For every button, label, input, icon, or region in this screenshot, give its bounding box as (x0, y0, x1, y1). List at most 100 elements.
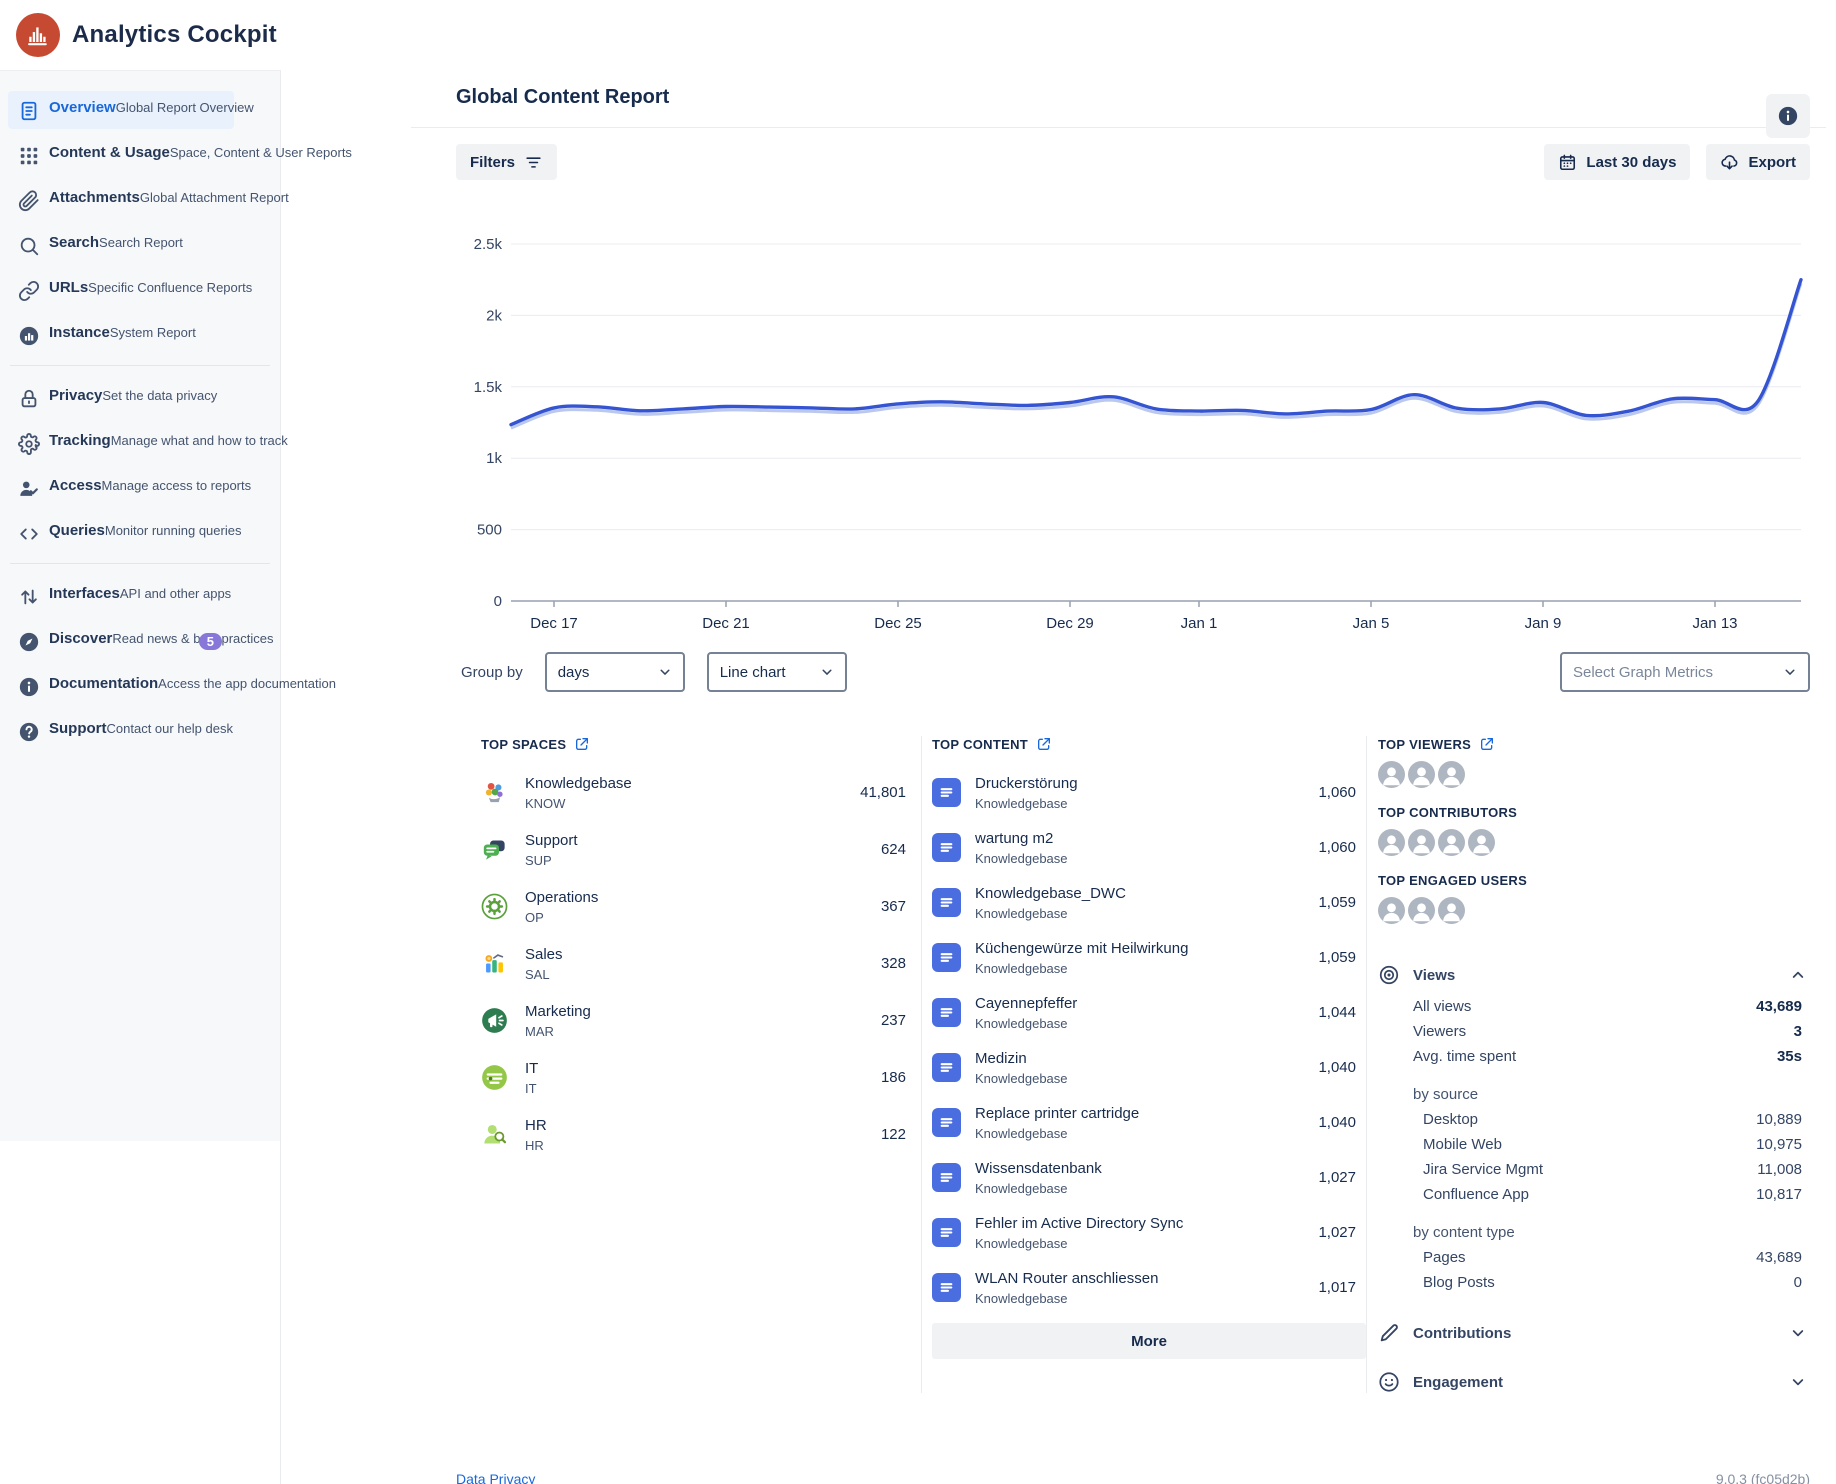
external-link-icon[interactable] (574, 736, 590, 752)
space-row[interactable]: SalesSAL328 (481, 935, 921, 992)
sidebar-item-instance[interactable]: InstanceSystem Report (8, 316, 234, 354)
sidebar-item-interfaces[interactable]: InterfacesAPI and other apps (8, 577, 234, 615)
graph-metrics-select[interactable]: Select Graph Metrics (1560, 652, 1810, 692)
top-content-title: TOP CONTENT (932, 737, 1028, 752)
metric-label: Avg. time spent (1413, 1048, 1516, 1065)
content-row[interactable]: Knowledgebase_DWCKnowledgebase1,059 (932, 875, 1366, 930)
chart-type-select[interactable]: Line chart (707, 652, 847, 692)
sidebar-item-attachments[interactable]: AttachmentsGlobal Attachment Report (8, 181, 234, 219)
avatar[interactable] (1438, 761, 1465, 788)
space-row[interactable]: SupportSUP624 (481, 821, 921, 878)
column-divider (1366, 736, 1367, 1393)
sidebar-item-tracking[interactable]: TrackingManage what and how to track (8, 424, 234, 462)
sidebar-nav: OverviewGlobal Report Overview Content & … (0, 71, 280, 750)
space-row[interactable]: KnowledgebaseKNOW41,801 (481, 764, 921, 821)
content-row[interactable]: WLAN Router anschliessenKnowledgebase1,0… (932, 1260, 1366, 1315)
export-button[interactable]: Export (1706, 144, 1810, 180)
content-row[interactable]: WissensdatenbankKnowledgebase1,027 (932, 1150, 1366, 1205)
sidebar-divider (10, 365, 270, 366)
filters-label: Filters (470, 154, 515, 171)
title-divider (411, 127, 1826, 128)
content-row[interactable]: Küchengewürze mit HeilwirkungKnowledgeba… (932, 930, 1366, 985)
main-content: Global Content Report Filters Last 30 da… (281, 70, 1836, 1484)
app-title: Analytics Cockpit (72, 21, 277, 49)
sidebar-item-overview[interactable]: OverviewGlobal Report Overview (8, 91, 234, 129)
content-row[interactable]: Fehler im Active Directory SyncKnowledge… (932, 1205, 1366, 1260)
eye-icon (1378, 964, 1400, 986)
space-views-count: 122 (881, 1126, 921, 1143)
sidebar-item-search[interactable]: SearchSearch Report (8, 226, 234, 264)
avatar-group (1378, 897, 1810, 924)
metric-row: All views43,689 (1413, 994, 1802, 1019)
space-row[interactable]: MarketingMAR237 (481, 992, 921, 1049)
sidebar-item-privacy[interactable]: PrivacySet the data privacy (8, 379, 234, 417)
page-title: Global Content Report (456, 86, 1810, 109)
avatar[interactable] (1408, 761, 1435, 788)
filters-button[interactable]: Filters (456, 144, 557, 180)
sidebar-item-access[interactable]: AccessManage access to reports (8, 469, 234, 507)
sidebar-item-content-usage[interactable]: Content & UsageSpace, Content & User Rep… (8, 136, 234, 174)
engagement-section-toggle[interactable]: Engagement (1378, 1371, 1810, 1393)
sidebar-item-support[interactable]: SupportContact our help desk (8, 712, 234, 750)
external-link-icon[interactable] (1036, 736, 1052, 752)
avatar[interactable] (1438, 829, 1465, 856)
sidebar-item-label: Instance (49, 324, 110, 341)
data-privacy-link[interactable]: Data Privacy (456, 1471, 535, 1484)
avatar[interactable] (1468, 829, 1495, 856)
sidebar-item-label: Documentation (49, 675, 158, 692)
chevron-down-icon (1783, 665, 1797, 679)
content-row[interactable]: wartung m2Knowledgebase1,060 (932, 820, 1366, 875)
page-icon (932, 1108, 961, 1137)
views-section-toggle[interactable]: Views (1378, 964, 1810, 986)
avatar[interactable] (1378, 761, 1405, 788)
avatar[interactable] (1378, 897, 1405, 924)
app-header: Analytics Cockpit (0, 0, 1836, 70)
metric-label: All views (1413, 998, 1471, 1015)
avatar[interactable] (1378, 829, 1405, 856)
group-by-select[interactable]: days (545, 652, 685, 692)
content-space: Knowledgebase (975, 1290, 1158, 1307)
sidebar-item-queries[interactable]: QueriesMonitor running queries (8, 514, 234, 552)
compass-icon (18, 631, 40, 653)
page-icon (932, 1218, 961, 1247)
people-group-title: TOP CONTRIBUTORS (1378, 805, 1517, 820)
sidebar-item-desc: Specific Confluence Reports (88, 280, 252, 295)
user-check-icon (18, 478, 40, 500)
sidebar-item-desc: API and other apps (120, 586, 231, 601)
content-row[interactable]: Replace printer cartridgeKnowledgebase1,… (932, 1095, 1366, 1150)
avatar[interactable] (1408, 897, 1435, 924)
space-row[interactable]: ITIT186 (481, 1049, 921, 1106)
people-group-title: TOP ENGAGED USERS (1378, 873, 1527, 888)
info-button[interactable] (1766, 94, 1810, 138)
space-views-count: 367 (881, 898, 921, 915)
date-range-button[interactable]: Last 30 days (1544, 144, 1690, 180)
avatar[interactable] (1438, 897, 1465, 924)
content-row[interactable]: MedizinKnowledgebase1,040 (932, 1040, 1366, 1095)
sidebar-item-urls[interactable]: URLsSpecific Confluence Reports (8, 271, 234, 309)
content-space: Knowledgebase (975, 1180, 1102, 1197)
metric-row: Viewers3 (1413, 1019, 1802, 1044)
content-row[interactable]: CayennepfefferKnowledgebase1,044 (932, 985, 1366, 1040)
space-row[interactable]: OperationsOP367 (481, 878, 921, 935)
app-logo (16, 13, 60, 57)
top-content-column: TOP CONTENT DruckerstörungKnowledgebase1… (932, 736, 1366, 1359)
space-row[interactable]: HRHR122 (481, 1106, 921, 1163)
contributions-section-toggle[interactable]: Contributions (1378, 1322, 1810, 1344)
content-row[interactable]: DruckerstörungKnowledgebase1,060 (932, 765, 1366, 820)
people-groups: TOP VIEWERSTOP CONTRIBUTORSTOP ENGAGED U… (1378, 736, 1810, 924)
metric-row: Desktop10,889 (1413, 1107, 1802, 1132)
app-version: 9.0.3 (fc05d2b) (1716, 1471, 1810, 1484)
svg-text:Jan 1: Jan 1 (1181, 615, 1218, 632)
sidebar-item-discover[interactable]: DiscoverRead news & best practices5 (8, 622, 234, 660)
sidebar-item-documentation[interactable]: DocumentationAccess the app documentatio… (8, 667, 234, 705)
avatar[interactable] (1408, 829, 1435, 856)
more-button[interactable]: More (932, 1323, 1366, 1359)
space-key: SUP (525, 852, 578, 869)
metric-label: Blog Posts (1423, 1274, 1495, 1291)
external-link-icon[interactable] (1479, 736, 1495, 752)
content-space: Knowledgebase (975, 795, 1078, 812)
content-title: Medizin (975, 1049, 1068, 1068)
metric-value: 43,689 (1756, 1249, 1802, 1266)
chevron-down-icon (1790, 1374, 1806, 1390)
avatar-group (1378, 829, 1810, 856)
